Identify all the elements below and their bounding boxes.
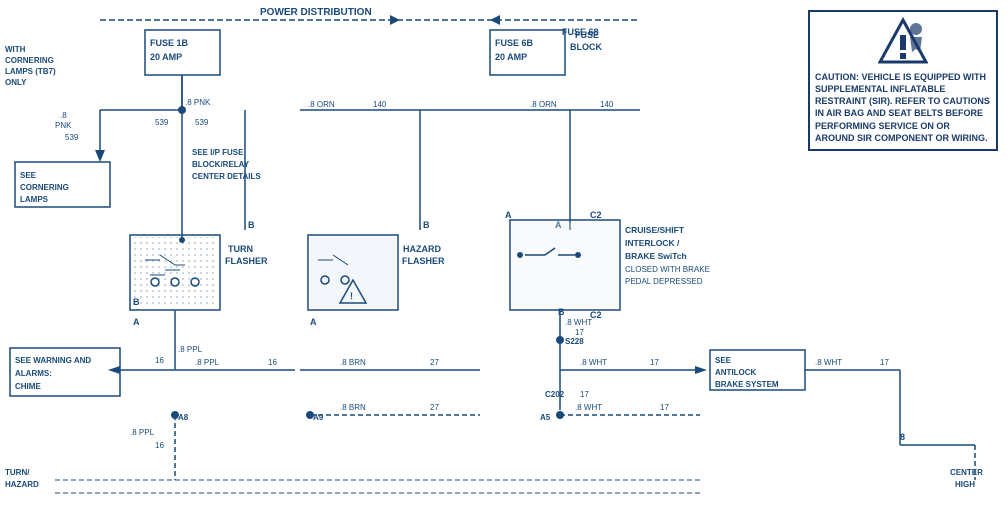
svg-text:LAMPS: LAMPS	[20, 195, 49, 204]
svg-text:LAMPS (TB7): LAMPS (TB7)	[5, 67, 56, 76]
svg-text:.8 WHT: .8 WHT	[565, 318, 592, 327]
svg-text:8: 8	[900, 432, 905, 442]
svg-text:TURN/: TURN/	[5, 468, 30, 477]
diagram-container: POWER DISTRIBUTION FUSE 1B 20 AMP FUSE 6…	[0, 0, 1008, 529]
svg-text:CORNERING: CORNERING	[20, 183, 69, 192]
svg-text:SEE WARNING AND: SEE WARNING AND	[15, 356, 91, 365]
svg-text:17: 17	[575, 328, 584, 337]
svg-text:17: 17	[650, 358, 659, 367]
svg-text:.8 BRN: .8 BRN	[340, 358, 366, 367]
caution-text: CAUTION: VEHICLE IS EQUIPPED WITH SUPPLE…	[815, 71, 991, 144]
svg-text:S228: S228	[565, 337, 584, 346]
svg-text:.8 PPL: .8 PPL	[195, 358, 220, 367]
svg-text:SEE I/P FUSE: SEE I/P FUSE	[192, 148, 244, 157]
svg-text:FUSE 68: FUSE 68	[562, 27, 599, 37]
svg-text:BLOCK: BLOCK	[570, 42, 602, 52]
svg-text:PEDAL DEPRESSED: PEDAL DEPRESSED	[625, 277, 703, 286]
svg-text:17: 17	[580, 390, 589, 399]
svg-text:C202: C202	[545, 390, 565, 399]
svg-text:.8 ORN: .8 ORN	[308, 100, 335, 109]
caution-title: CAUTION:	[815, 72, 859, 82]
svg-text:FLASHER: FLASHER	[402, 256, 445, 266]
svg-text:.8 WHT: .8 WHT	[580, 358, 607, 367]
svg-text:.8 WHT: .8 WHT	[575, 403, 602, 412]
svg-text:FLASHER: FLASHER	[225, 256, 268, 266]
svg-text:TURN: TURN	[228, 244, 253, 254]
svg-text:20 AMP: 20 AMP	[150, 52, 182, 62]
svg-text:CENTER DETAILS: CENTER DETAILS	[192, 172, 261, 181]
svg-text:A: A	[133, 317, 140, 327]
svg-text:ONLY: ONLY	[5, 78, 27, 87]
svg-text:BRAKE SwiTch: BRAKE SwiTch	[625, 251, 687, 261]
svg-text:A: A	[505, 210, 512, 220]
caution-icon	[815, 17, 991, 67]
svg-text:16: 16	[155, 441, 164, 450]
svg-text:ALARMS:: ALARMS:	[15, 369, 52, 378]
svg-text:WITH: WITH	[5, 45, 26, 54]
svg-text:140: 140	[373, 100, 387, 109]
svg-text:140: 140	[600, 100, 614, 109]
svg-text:ANTILOCK: ANTILOCK	[715, 368, 757, 377]
svg-text:CRUISE/SHIFT: CRUISE/SHIFT	[625, 225, 685, 235]
svg-text:!: !	[350, 291, 353, 301]
svg-text:B: B	[133, 297, 140, 307]
svg-text:HAZARD: HAZARD	[5, 480, 39, 489]
svg-text:SEE: SEE	[20, 171, 37, 180]
svg-text:PNK: PNK	[55, 121, 72, 130]
caution-body: VEHICLE IS EQUIPPED WITH SUPPLEMENTAL IN…	[815, 72, 990, 143]
svg-text:539: 539	[65, 133, 79, 142]
svg-text:B: B	[248, 220, 255, 230]
svg-text:539: 539	[155, 118, 169, 127]
svg-text:BLOCK/RELAY: BLOCK/RELAY	[192, 160, 250, 169]
svg-text:.8 PPL: .8 PPL	[130, 428, 155, 437]
svg-text:539: 539	[195, 118, 209, 127]
svg-text:.8 PNK: .8 PNK	[185, 98, 211, 107]
svg-text:B: B	[423, 220, 430, 230]
svg-text:FUSE 1B: FUSE 1B	[150, 38, 189, 48]
svg-text:CORNERING: CORNERING	[5, 56, 54, 65]
svg-text:BRAKE SYSTEM: BRAKE SYSTEM	[715, 380, 779, 389]
svg-text:HIGH: HIGH	[955, 480, 975, 489]
svg-text:A: A	[310, 317, 317, 327]
svg-text:.8 BRN: .8 BRN	[340, 403, 366, 412]
svg-text:17: 17	[880, 358, 889, 367]
svg-text:17: 17	[660, 403, 669, 412]
svg-text:B: B	[558, 307, 565, 317]
svg-text:16: 16	[155, 356, 164, 365]
svg-text:CLOSED WITH BRAKE: CLOSED WITH BRAKE	[625, 265, 710, 274]
svg-text:27: 27	[430, 403, 439, 412]
caution-box: CAUTION: VEHICLE IS EQUIPPED WITH SUPPLE…	[808, 10, 998, 151]
svg-text:A5: A5	[540, 413, 551, 422]
svg-text:27: 27	[430, 358, 439, 367]
svg-text:C2: C2	[590, 210, 602, 220]
svg-text:.8 WHT: .8 WHT	[815, 358, 842, 367]
svg-text:.8: .8	[60, 111, 67, 120]
svg-text:.8 ORN: .8 ORN	[530, 100, 557, 109]
svg-text:FUSE 6B: FUSE 6B	[495, 38, 534, 48]
svg-text:POWER DISTRIBUTION: POWER DISTRIBUTION	[260, 7, 372, 18]
svg-text:HAZARD: HAZARD	[403, 244, 441, 254]
svg-text:CENTER: CENTER	[950, 468, 983, 477]
svg-text:CHIME: CHIME	[15, 382, 41, 391]
svg-text:SEE: SEE	[715, 356, 732, 365]
svg-text:A8: A8	[178, 413, 189, 422]
svg-text:16: 16	[268, 358, 277, 367]
svg-text:20 AMP: 20 AMP	[495, 52, 527, 62]
svg-text:.8 PPL: .8 PPL	[178, 345, 203, 354]
svg-text:INTERLOCK /: INTERLOCK /	[625, 238, 680, 248]
